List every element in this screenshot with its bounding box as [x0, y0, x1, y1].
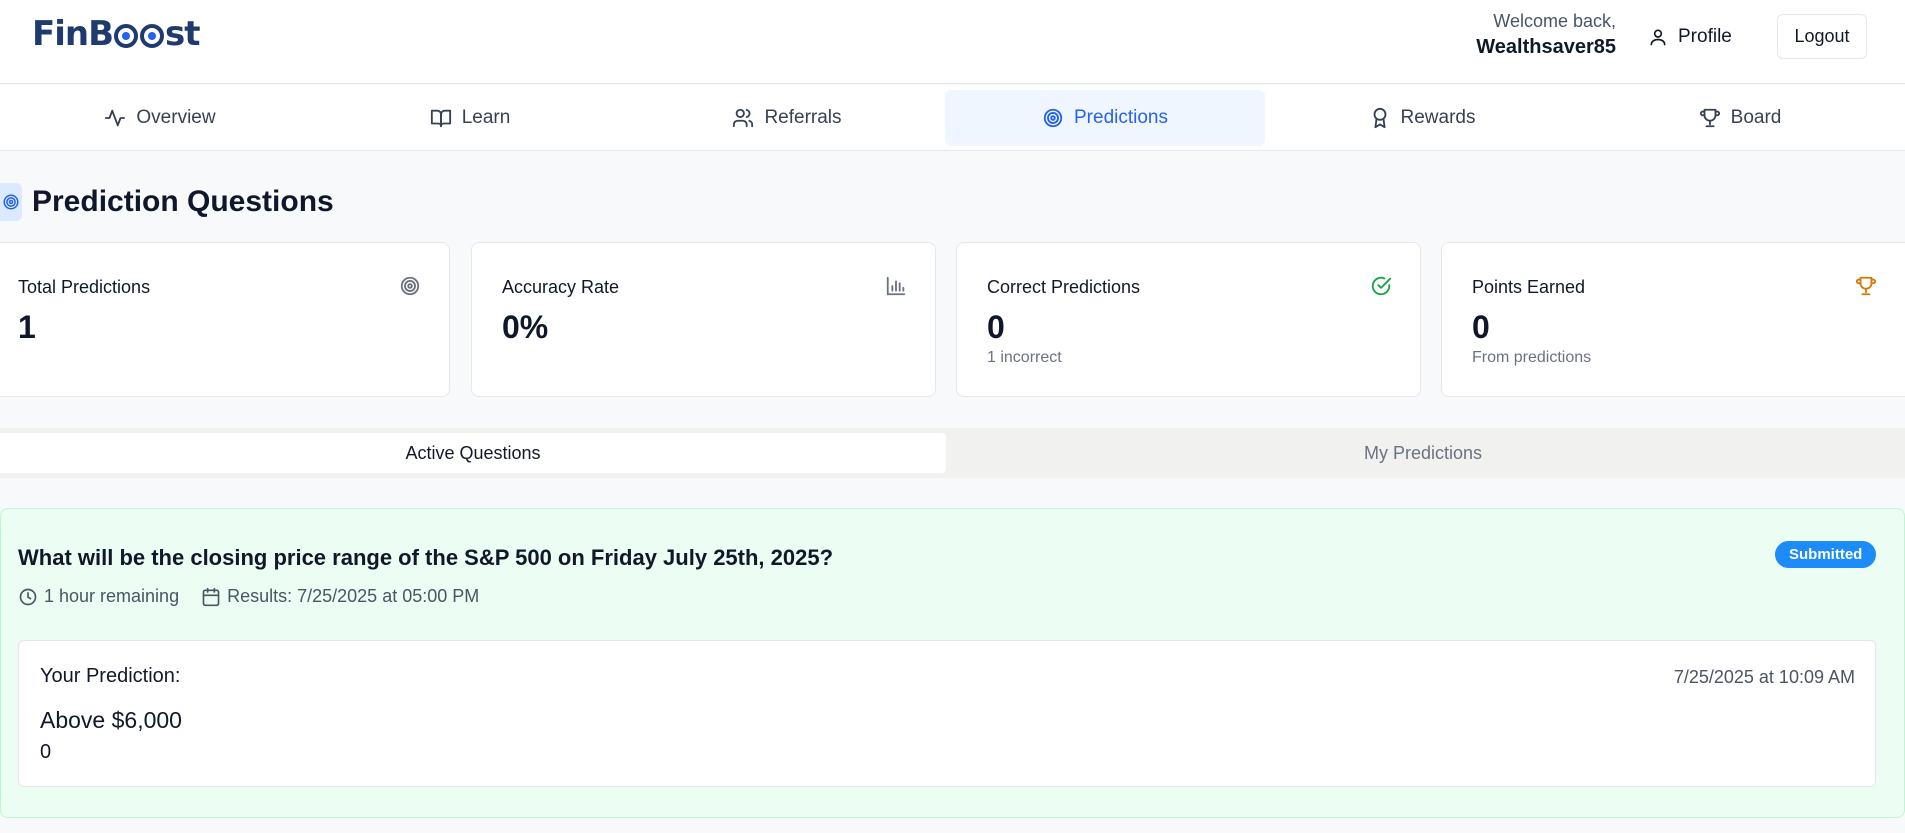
results-text: Results: 7/25/2025 at 05:00 PM	[227, 586, 480, 606]
trophy-icon	[1855, 276, 1877, 296]
nav-label: Overview	[136, 107, 216, 128]
question-title: What will be the closing price range of …	[18, 545, 834, 570]
book-icon	[430, 109, 451, 128]
stat-card-points-earned: Points Earned 0 From predictions	[1441, 242, 1905, 397]
prediction-date: 7/25/2025 at 10:09 AM	[1673, 667, 1855, 687]
stat-value: 1	[18, 309, 36, 345]
nav-item-rewards[interactable]: Rewards	[1262, 90, 1582, 146]
nav-label: Referrals	[764, 107, 842, 128]
stat-card-total-predictions: Total Predictions 1	[0, 242, 450, 397]
check-circle-icon	[1371, 276, 1392, 296]
trophy-icon	[1699, 108, 1720, 128]
welcome-block: Welcome back, Wealthsaver85	[1476, 11, 1616, 59]
prediction-value: Above $6,000	[40, 707, 182, 733]
stat-label: Correct Predictions	[987, 277, 1141, 297]
nav-item-learn[interactable]: Learn	[310, 90, 630, 146]
user-icon	[1650, 29, 1666, 46]
target-icon	[3, 194, 19, 210]
stat-card-correct-predictions: Correct Predictions 0 1 incorrect	[956, 242, 1421, 397]
calendar-icon	[202, 587, 220, 606]
nav-item-referrals[interactable]: Referrals	[627, 90, 947, 146]
nav-label: Rewards	[1400, 107, 1476, 128]
logo-o-icon-2	[140, 24, 164, 48]
tab-my-predictions[interactable]: My Predictions	[946, 433, 1900, 473]
stat-value: 0%	[502, 309, 549, 345]
your-prediction-box: Your Prediction: 7/25/2025 at 10:09 AM A…	[18, 640, 1876, 787]
finboost-logo[interactable]: FinB st	[32, 14, 200, 54]
username: Wealthsaver85	[1476, 36, 1616, 58]
stat-label: Total Predictions	[18, 277, 151, 297]
tab-active-questions[interactable]: Active Questions	[0, 433, 946, 473]
profile-label: Profile	[1678, 26, 1732, 47]
question-card: What will be the closing price range of …	[0, 508, 1905, 818]
prediction-label: Your Prediction:	[40, 665, 181, 687]
question-meta: 1 hour remaining Results: 7/25/2025 at 0…	[18, 586, 501, 607]
target-icon	[400, 276, 420, 296]
stat-label: Accuracy Rate	[502, 277, 620, 297]
time-remaining: 1 hour remaining	[18, 586, 179, 607]
remaining-text: 1 hour remaining	[44, 586, 180, 606]
award-icon	[1373, 107, 1386, 129]
profile-button[interactable]: Profile	[1648, 22, 1732, 52]
nav-item-predictions[interactable]: Predictions	[945, 90, 1265, 146]
target-icon	[1043, 108, 1063, 128]
stat-card-accuracy-rate: Accuracy Rate 0%	[471, 242, 936, 397]
logo-o-icon	[114, 24, 138, 48]
page-header: Prediction Questions	[0, 183, 334, 221]
stat-label: Points Earned	[1472, 277, 1586, 297]
main-nav: Overview Learn Referrals Predictions Rew…	[0, 85, 1905, 151]
logo-text-left: FinB	[32, 14, 114, 54]
activity-icon	[105, 109, 126, 127]
logout-button[interactable]: Logout	[1777, 14, 1867, 59]
clock-icon	[19, 588, 37, 605]
page-title: Prediction Questions	[32, 185, 334, 218]
welcome-text: Welcome back,	[1493, 11, 1616, 31]
prediction-number: 0	[40, 741, 52, 763]
stat-sub: 1 incorrect	[987, 349, 1062, 366]
bar-chart-icon	[886, 276, 906, 296]
nav-label: Board	[1730, 107, 1782, 128]
stat-value: 0	[987, 309, 1005, 345]
logo-text-right: st	[165, 14, 200, 54]
users-icon	[733, 108, 754, 128]
nav-label: Learn	[461, 107, 511, 128]
prediction-subtabs: Active Questions My Predictions	[0, 428, 1905, 478]
title-icon-box	[0, 183, 22, 221]
nav-item-board[interactable]: Board	[1580, 90, 1900, 146]
top-header: FinB st Welcome back, Wealthsaver85 Profi…	[0, 0, 1905, 84]
nav-item-overview[interactable]: Overview	[0, 90, 320, 146]
results-time: Results: 7/25/2025 at 05:00 PM	[201, 586, 479, 607]
nav-label: Predictions	[1074, 107, 1168, 128]
stat-value: 0	[1472, 309, 1490, 345]
status-badge: Submitted	[1775, 541, 1877, 568]
stat-sub: From predictions	[1472, 349, 1592, 366]
